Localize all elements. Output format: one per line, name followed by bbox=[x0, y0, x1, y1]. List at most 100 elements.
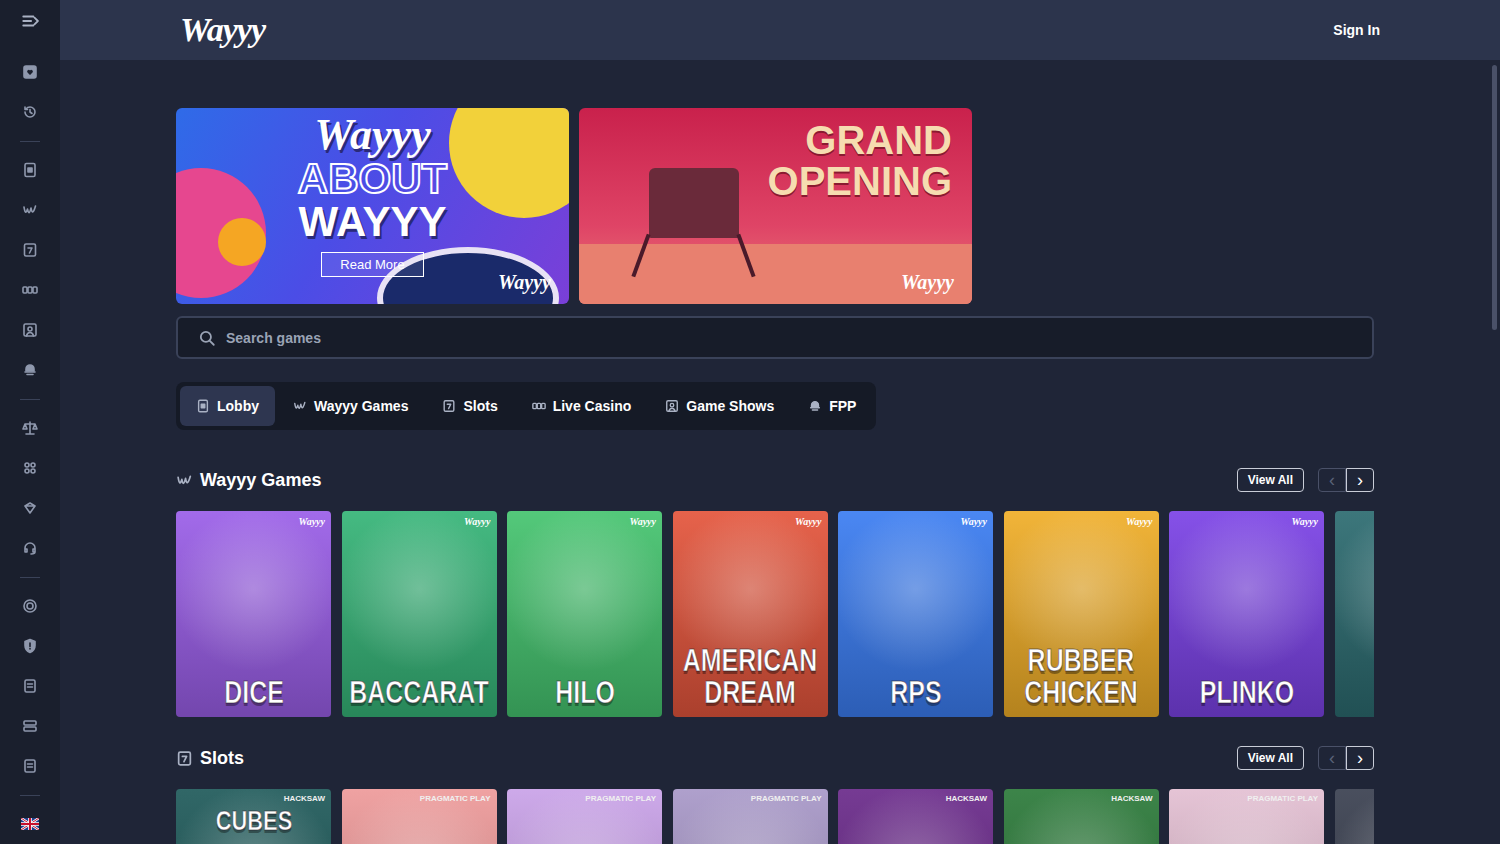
sidebar-item[interactable] bbox=[0, 150, 60, 190]
game-row: HACKSAW CUBES PRAGMATIC PLAY PRAGMATIC PL… bbox=[176, 789, 1374, 844]
shows-icon bbox=[665, 399, 679, 413]
live-icon bbox=[22, 282, 38, 298]
scrollbar[interactable] bbox=[1488, 60, 1500, 844]
game-card[interactable]: PRAGMATIC PLAY bbox=[342, 789, 497, 844]
content: Wayyy ABOUT WAYYY Read More Wayyy GRAND … bbox=[60, 60, 1488, 844]
language-button[interactable] bbox=[0, 804, 60, 844]
game-card[interactable]: Wayyy RUBBER CHICKEN bbox=[1004, 511, 1159, 717]
grand-opening-banner[interactable]: GRAND OPENING Wayyy bbox=[579, 108, 972, 304]
search-input[interactable] bbox=[224, 329, 1352, 347]
slots-icon bbox=[22, 242, 38, 258]
fairness-icon bbox=[22, 420, 38, 436]
section-title: Wayyy Games bbox=[176, 470, 321, 491]
card-badge: HACKSAW bbox=[284, 794, 325, 803]
sidebar-item[interactable] bbox=[0, 488, 60, 528]
banner-script: Wayyy bbox=[314, 112, 430, 158]
sidebar-item[interactable] bbox=[0, 746, 60, 786]
game-card[interactable]: HACKSAW bbox=[1004, 789, 1159, 844]
category-tab[interactable]: Wayyy Games bbox=[277, 386, 424, 426]
sidebar-item[interactable] bbox=[0, 52, 60, 92]
fpp-icon bbox=[22, 362, 38, 378]
game-card[interactable]: Wayyy HILO bbox=[507, 511, 662, 717]
document-icon bbox=[22, 678, 38, 694]
game-card[interactable]: PRAGMATIC PLAY bbox=[673, 789, 828, 844]
game-card[interactable]: Wayyy PLINKO bbox=[1169, 511, 1324, 717]
category-tab[interactable]: Live Casino bbox=[516, 386, 648, 426]
game-title: RPS bbox=[841, 676, 989, 709]
card-badge: Wayyy bbox=[961, 516, 987, 527]
about-banner[interactable]: Wayyy ABOUT WAYYY Read More Wayyy bbox=[176, 108, 569, 304]
read-more-button[interactable]: Read More bbox=[321, 252, 423, 277]
card-badge: Wayyy bbox=[795, 516, 821, 527]
section-title: Slots bbox=[176, 748, 244, 769]
game-title: CUBES bbox=[179, 807, 327, 836]
game-card[interactable]: HACKSAW bbox=[838, 789, 993, 844]
card-badge: HACKSAW bbox=[946, 794, 987, 803]
card-badge: Wayyy bbox=[630, 516, 656, 527]
banner-mark: Wayyy bbox=[498, 271, 551, 294]
game-card[interactable]: PRAGMATIC PLAY bbox=[1169, 789, 1324, 844]
game-card[interactable]: HACKSAW CUBES bbox=[176, 789, 331, 844]
prev-button[interactable]: ‹ bbox=[1318, 746, 1346, 770]
lobby-icon bbox=[22, 162, 38, 178]
sidebar-divider bbox=[20, 132, 40, 150]
sidebar-list bbox=[0, 42, 60, 844]
sidebar-item[interactable] bbox=[0, 350, 60, 390]
sidebar-item[interactable] bbox=[0, 586, 60, 626]
card-badge: PRAGMATIC PLAY bbox=[585, 794, 656, 803]
game-card[interactable]: Wayyy AMERICAN DREAM bbox=[673, 511, 828, 717]
next-button[interactable]: › bbox=[1346, 746, 1374, 770]
category-tab[interactable]: Lobby bbox=[180, 386, 275, 426]
sidebar-item[interactable] bbox=[0, 448, 60, 488]
search-field[interactable] bbox=[176, 316, 1374, 359]
game-card[interactable] bbox=[1335, 789, 1375, 844]
game-card[interactable]: Wayyy DICE bbox=[176, 511, 331, 717]
sidebar-item[interactable] bbox=[0, 408, 60, 448]
game-card[interactable]: Wayyy RPS bbox=[838, 511, 993, 717]
game-card[interactable]: Wayyy BACCARAT bbox=[342, 511, 497, 717]
game-card[interactable] bbox=[1335, 511, 1375, 717]
sidebar-item[interactable] bbox=[0, 270, 60, 310]
game-title: PLINKO bbox=[1172, 676, 1320, 709]
shows-icon bbox=[22, 322, 38, 338]
casino-page: Wayyy Sign In Wayyy ABOUT WAYYY Read Mor… bbox=[0, 0, 1500, 844]
coin-icon bbox=[22, 598, 38, 614]
card-badge: Wayyy bbox=[299, 516, 325, 527]
sidebar bbox=[0, 0, 60, 844]
sign-in-button[interactable]: Sign In bbox=[1333, 22, 1380, 38]
logo[interactable]: Wayyy bbox=[180, 11, 265, 49]
category-tab[interactable]: FPP bbox=[792, 386, 872, 426]
sidebar-item[interactable] bbox=[0, 626, 60, 666]
sidebar-item[interactable] bbox=[0, 666, 60, 706]
view-all-button[interactable]: View All bbox=[1237, 468, 1304, 492]
game-title: BACCARAT bbox=[345, 676, 493, 709]
banner-title: ABOUT bbox=[298, 158, 447, 200]
game-title: AMERICAN DREAM bbox=[676, 644, 824, 709]
banner-mark: Wayyy bbox=[901, 271, 954, 294]
category-tab[interactable]: Slots bbox=[426, 386, 513, 426]
sidebar-item[interactable] bbox=[0, 190, 60, 230]
category-tabs: Lobby Wayyy Games Slots Live Casino Game… bbox=[176, 382, 876, 430]
sidebar-item[interactable] bbox=[0, 706, 60, 746]
lobby-icon bbox=[196, 399, 210, 413]
category-tab[interactable]: Game Shows bbox=[649, 386, 790, 426]
card-badge: Wayyy bbox=[1292, 516, 1318, 527]
slots-icon bbox=[442, 399, 456, 413]
sidebar-item[interactable] bbox=[0, 310, 60, 350]
uk-flag-icon bbox=[21, 818, 39, 830]
sidebar-item[interactable] bbox=[0, 92, 60, 132]
search-icon bbox=[198, 329, 216, 347]
next-button[interactable]: › bbox=[1346, 468, 1374, 492]
game-title: HILO bbox=[510, 676, 658, 709]
sidebar-item[interactable] bbox=[0, 230, 60, 270]
menu-icon bbox=[21, 12, 39, 30]
prev-button[interactable]: ‹ bbox=[1318, 468, 1346, 492]
game-card[interactable]: PRAGMATIC PLAY bbox=[507, 789, 662, 844]
view-all-button[interactable]: View All bbox=[1237, 746, 1304, 770]
sidebar-item[interactable] bbox=[0, 528, 60, 568]
wayyy-icon bbox=[22, 202, 38, 218]
menu-toggle[interactable] bbox=[0, 0, 60, 42]
game-title: RUBBER CHICKEN bbox=[1007, 644, 1155, 709]
live-icon bbox=[532, 399, 546, 413]
card-badge: PRAGMATIC PLAY bbox=[420, 794, 491, 803]
